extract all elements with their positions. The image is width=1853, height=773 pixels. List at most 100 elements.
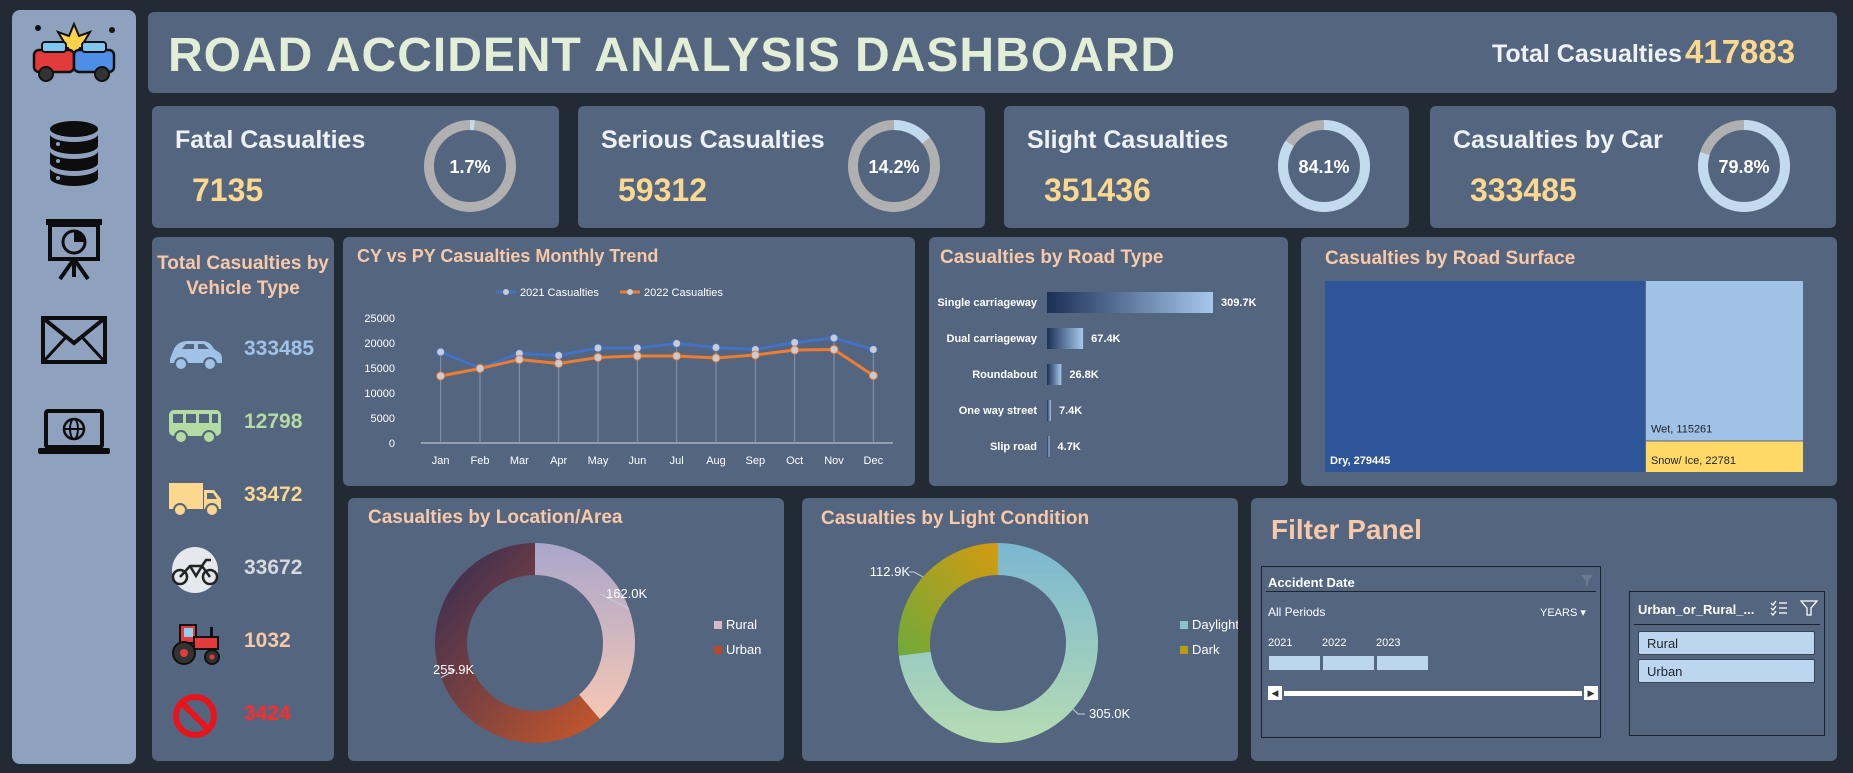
timeline-year-label: 2022 [1322, 637, 1347, 649]
legend-label: 2021 Casualties [520, 287, 599, 299]
legend-swatch [714, 621, 722, 629]
clear-filter-icon[interactable] [1800, 600, 1818, 616]
data-point [829, 345, 839, 354]
road-type-panel: Casualties by Road Type Single carriagew… [929, 237, 1288, 486]
vehicle-row-other: 3424 [152, 686, 335, 746]
bar [1047, 328, 1084, 349]
data-point [632, 343, 642, 353]
filter-panel-title: Filter Panel [1271, 514, 1422, 545]
data-label: 4.7K [1058, 441, 1081, 453]
legend-label: Daylight [1192, 617, 1238, 632]
vehicle-row-bus: 12798 [152, 394, 335, 454]
legend-label: Dark [1192, 642, 1220, 657]
data-point [554, 359, 564, 368]
timeline-year-bar[interactable] [1322, 655, 1375, 671]
timeline-scrollbar[interactable] [1284, 691, 1582, 696]
chevron-down-icon: ▾ [1580, 607, 1586, 619]
dashboard-header: ROAD ACCIDENT ANALYSIS DASHBOARD Total C… [148, 12, 1837, 93]
timeline-year-bar[interactable] [1268, 655, 1321, 671]
bar [1047, 292, 1213, 313]
x-tick-label: Aug [706, 455, 726, 467]
light-condition-panel: Casualties by Light Condition 305.0K Dayl… [802, 498, 1238, 761]
kpi-value: 333485 [1470, 172, 1577, 208]
legend-label: Rural [726, 617, 757, 632]
legend-label: Urban [726, 642, 761, 657]
vehicle-value: 1032 [244, 629, 291, 652]
location-donut-chart: 162.0K Rural 255.9K Urban [433, 543, 761, 743]
kpi-donut: 1.7% [424, 120, 516, 212]
timeline-header: Accident Date [1268, 575, 1355, 590]
x-tick-label: Apr [550, 455, 567, 467]
kpi-percent-label: 84.1% [1298, 157, 1349, 177]
kpi-value: 7135 [192, 172, 264, 208]
kpi-percent-label: 1.7% [449, 157, 490, 177]
total-casualties-value: 417883 [1685, 33, 1796, 70]
timeline-year-bar[interactable] [1376, 655, 1429, 671]
kpi-card-slight: Slight Casualties 351436 84.1% [1004, 106, 1409, 228]
laptop-globe-icon[interactable] [12, 408, 136, 458]
kpi-card-fatal: Fatal Casualties 7135 1.7% [152, 106, 559, 228]
legend-swatch [1180, 621, 1188, 629]
data-label: 162.0K [606, 586, 648, 601]
treemap-label: Wet, 115261 [1651, 423, 1712, 435]
donut-slice [898, 543, 998, 656]
slicer-option-urban[interactable]: Urban [1638, 659, 1815, 683]
data-point [672, 351, 682, 361]
bar [1047, 436, 1050, 457]
monthly-trend-chart: 0 5000 10000 15000 20000 25000 Jan Feb Mar Apr May… [364, 287, 893, 467]
donut-slice [535, 543, 635, 720]
mail-icon[interactable] [12, 315, 136, 365]
leader-line [1072, 708, 1085, 715]
series-line [440, 347, 875, 378]
presentation-chart-icon[interactable] [12, 215, 136, 281]
treemap-label: Snow/ Ice, 22781 [1651, 455, 1736, 467]
vehicle-row-car: 333485 [152, 321, 335, 381]
filter-panel: Filter Panel Accident Date All Periods Y… [1251, 498, 1837, 761]
vehicle-type-title: Total Casualties by Vehicle Type [157, 253, 329, 299]
bus-icon [169, 410, 221, 444]
motorcycle-icon [171, 547, 219, 593]
kpi-value: 59312 [618, 172, 707, 208]
vehicle-row-truck: 33472 [152, 467, 335, 527]
data-point [672, 339, 682, 348]
data-point [868, 345, 878, 354]
vehicle-row-motorcycle: 33672 [152, 540, 335, 600]
category-label: Dual carriageway [947, 333, 1038, 345]
data-point [593, 343, 603, 353]
kpi-value: 351436 [1044, 172, 1151, 208]
data-label: 67.4K [1091, 333, 1120, 345]
bar [1047, 400, 1051, 421]
timeline-period: All Periods [1268, 605, 1326, 619]
slicer-divider [1634, 624, 1820, 625]
multi-select-icon[interactable] [1770, 600, 1788, 616]
kpi-label: Fatal Casualties [175, 126, 366, 154]
total-casualties-label: Total Casualties [1492, 40, 1682, 68]
scroll-left-button[interactable]: ◀ [1268, 686, 1282, 700]
clear-filter-icon[interactable] [1580, 573, 1594, 587]
database-icon[interactable] [12, 120, 136, 186]
data-label: 112.9K [870, 564, 911, 579]
data-label: 26.8K [1069, 369, 1098, 381]
x-tick-label: May [588, 455, 609, 467]
data-point [436, 371, 446, 381]
kpi-label: Slight Casualties [1027, 126, 1229, 154]
kpi-label: Casualties by Car [1453, 126, 1663, 154]
slicer-option-rural[interactable]: Rural [1638, 631, 1815, 655]
data-point [514, 355, 524, 364]
urban-rural-slicer: Urban_or_Rural_... Rural Urban [1629, 591, 1825, 736]
kpi-percent-label: 14.2% [868, 157, 919, 177]
light-condition-donut-chart: 305.0K Daylight 112.9K Dark [870, 543, 1238, 743]
monthly-trend-panel: CY vs PY Casualties Monthly Trend 0 5000 1… [343, 237, 915, 486]
car-crash-logo-icon [12, 20, 136, 90]
data-point [829, 333, 839, 343]
timeline-unit-dropdown[interactable]: YEARS ▾ [1540, 606, 1586, 619]
data-point [711, 343, 721, 352]
kpi-percent-label: 79.8% [1718, 157, 1769, 177]
legend-marker [627, 289, 633, 295]
vehicle-value: 33472 [244, 483, 303, 506]
timeline-year-label: 2023 [1376, 637, 1401, 649]
scroll-right-button[interactable]: ▶ [1584, 686, 1598, 700]
vehicle-type-panel: Total Casualties by Vehicle Type 333485 … [152, 237, 334, 761]
y-tick-label: 25000 [364, 313, 395, 325]
timeline-unit-label: YEARS [1540, 607, 1578, 619]
